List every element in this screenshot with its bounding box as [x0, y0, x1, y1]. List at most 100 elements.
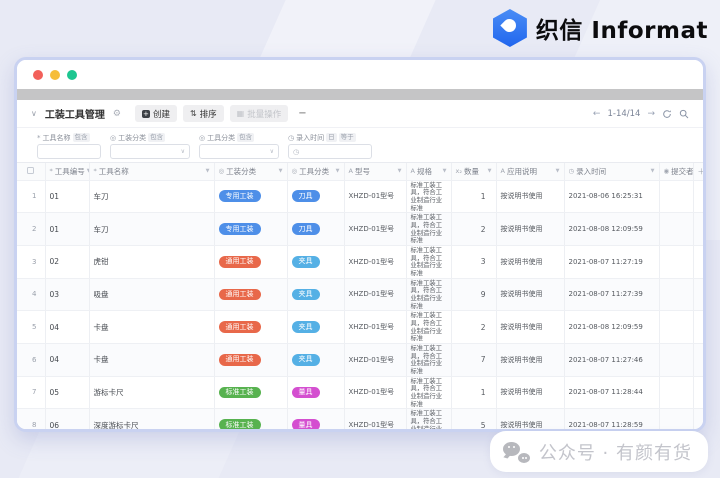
cell-spec: 标准工装工具，符合工业制造行业标准	[406, 310, 452, 344]
cell-time: 2021-08-06 16:25:31	[564, 180, 660, 214]
table-row[interactable]: 3 02 虎钳 通用工装 夹具 XHZD-01型号 标准工装工具，符合工业制造行业标准 3 按说…	[17, 245, 703, 279]
table-row[interactable]: 2 01 车刀 专用工装 刀具 XHZD-01型号 标准工装工具，符合工业制造行业标准 2 按说…	[17, 212, 703, 246]
select-icon: ◎	[110, 133, 117, 142]
sort-caret-icon[interactable]: ▼	[398, 168, 402, 174]
gear-icon[interactable]: ⚙	[113, 109, 121, 119]
filter-operator-badge: 日	[326, 133, 337, 142]
collapse-chevron-icon[interactable]: ∨	[31, 109, 37, 118]
cell-qty: 2	[451, 212, 497, 246]
filter-label: ◎ 工装分类 包含	[110, 131, 190, 144]
cell-model: XHZD-01型号	[344, 343, 407, 377]
filter-label: ◎ 工具分类 包含	[199, 131, 279, 144]
column-header-time[interactable]: ◷ 录入时间 ▼	[564, 163, 660, 181]
sort-caret-icon[interactable]: ▼	[488, 168, 492, 174]
next-page-icon[interactable]: →	[647, 109, 655, 119]
window-titlebar	[17, 60, 703, 89]
column-header-usage[interactable]: A 应用说明 ▼	[496, 163, 565, 181]
cell-usage: 按说明书使用	[496, 343, 565, 377]
cell-add	[693, 278, 703, 312]
category-badge: 通用工装	[218, 288, 261, 301]
column-header-name[interactable]: * 工具名称 ▼	[89, 163, 215, 181]
cell-submitter	[659, 408, 694, 429]
column-title: 录入时间	[576, 166, 607, 176]
sort-caret-icon[interactable]: ▼	[206, 168, 210, 174]
prev-page-icon[interactable]: ←	[593, 109, 601, 119]
table-row[interactable]: 806深度游标卡尺标准工装 量具 XHZD-01型号标准工装工具，符合工业制造行业标…	[17, 408, 703, 429]
close-button[interactable]	[33, 69, 43, 80]
maximize-button[interactable]	[67, 69, 77, 80]
brand-logo: 织信 Informat	[492, 9, 708, 47]
sort-caret-icon[interactable]: ▼	[651, 168, 655, 174]
text-icon: A	[410, 167, 415, 176]
column-header-submitter[interactable]: ◉提交者▼	[659, 163, 694, 181]
column-title: 工具分类	[299, 166, 330, 176]
cell-rownum: 2	[17, 212, 46, 246]
filter-text-input[interactable]	[37, 144, 101, 159]
cell-category: 专用工装	[214, 212, 288, 246]
category-badge: 通用工装	[218, 353, 261, 366]
sort-caret-icon[interactable]: ▼	[556, 168, 560, 174]
column-header-add[interactable]: ＋	[693, 163, 703, 181]
filter-field-name: 录入时间	[296, 133, 325, 142]
app-window: ∨ 工装工具管理 ⚙ + 创建 ⇅ 排序 ▦ 批量操作 − ← 1-14/14 …	[14, 57, 706, 432]
cell-usage: 按说明书使用	[496, 180, 565, 214]
cell-rownum: 6	[17, 343, 46, 377]
filter-label: * 工具名称 包含	[37, 131, 101, 144]
column-header-spec[interactable]: A 规格 ▼	[406, 163, 452, 181]
filter-select-input[interactable]: ∨	[199, 144, 279, 159]
number-icon: x₂	[455, 167, 462, 176]
cell-time: 2021-08-07 11:28:59	[564, 408, 660, 429]
cell-spec: 标准工装工具，符合工业制造行业标准	[406, 180, 452, 214]
more-toggle[interactable]: −	[298, 108, 306, 119]
cell-category: 通用工装	[214, 343, 288, 377]
column-title: 应用说明	[506, 166, 537, 176]
sort-caret-icon[interactable]: ▼	[336, 168, 340, 174]
table-row[interactable]: 5 04 卡盘 通用工装 夹具 XHZD-01型号 标准工装工具，符合工业制造行业标准 2 按说…	[17, 310, 703, 344]
sort-caret-icon[interactable]: ▼	[443, 168, 447, 174]
cell-time: 2021-08-08 12:09:59	[564, 310, 660, 344]
cell-name: 卡盘	[89, 310, 215, 344]
minimize-button[interactable]	[50, 69, 60, 80]
column-header-model[interactable]: A 型号 ▼	[344, 163, 407, 181]
cell-usage: 按说明书使用	[496, 310, 565, 344]
field-icon: *	[49, 167, 53, 176]
cell-tool_type: 夹具	[287, 310, 345, 344]
filter-operator-badge: 包含	[148, 133, 166, 142]
table-row[interactable]: 4 03 吸盘 通用工装 夹具 XHZD-01型号 标准工装工具，符合工业制造行业标准 9 按说…	[17, 278, 703, 312]
sort-caret-icon[interactable]: ▼	[279, 168, 283, 174]
cell-tool_type: 量具	[287, 376, 345, 410]
table-row[interactable]: 1 01 车刀 专用工装 刀具 XHZD-01型号 标准工装工具，符合工业制造行业标准 1 按说…	[17, 180, 703, 214]
cell-qty: 7	[451, 343, 497, 377]
category-badge: 专用工装	[218, 223, 261, 235]
filter-date-input[interactable]: ◷	[288, 144, 372, 159]
table-row[interactable]: 7 05 游标卡尺 标准工装 量具 XHZD-01型号 标准工装工具，符合工业制造行业标准 1…	[17, 376, 703, 410]
clock-icon: ◷	[293, 147, 300, 156]
column-header-qty[interactable]: x₂ 数量 ▼	[451, 163, 497, 181]
select-all-checkbox[interactable]	[27, 166, 35, 174]
batch-actions-button[interactable]: ▦ 批量操作	[229, 105, 289, 122]
table-row[interactable]: 6 04 卡盘 通用工装 夹具 XHZD-01型号 标准工装工具，符合工业制造行业标准 7 按说…	[17, 343, 703, 377]
cell-model: XHZD-01型号	[344, 245, 407, 279]
cell-add	[693, 180, 703, 214]
filter-group-select: ◎ 工具分类 包含 ∨	[199, 131, 279, 162]
cell-usage: 按说明书使用	[496, 408, 565, 429]
column-header-rownum[interactable]	[17, 163, 46, 181]
category-badge: 标准工装	[218, 419, 261, 429]
refresh-icon[interactable]	[662, 109, 672, 119]
column-header-code[interactable]: *工具编号▼	[45, 163, 90, 181]
search-icon[interactable]	[679, 109, 689, 119]
column-header-tool_type[interactable]: ◎ 工具分类 ▼	[287, 163, 345, 181]
cell-model: XHZD-01型号	[344, 408, 407, 429]
cell-category: 专用工装	[214, 180, 288, 214]
column-header-category[interactable]: ◎ 工装分类 ▼	[214, 163, 288, 181]
sort-button-label: 排序	[199, 109, 217, 120]
pagination: ← 1-14/14 →	[593, 109, 689, 119]
field-icon: *	[37, 133, 41, 142]
sort-button[interactable]: ⇅ 排序	[182, 105, 224, 122]
create-button[interactable]: + 创建	[134, 105, 177, 122]
filter-select-input[interactable]: ∨	[110, 144, 190, 159]
type-badge: 夹具	[291, 255, 320, 268]
cell-name: 游标卡尺	[89, 376, 215, 410]
brand-logo-icon	[492, 9, 527, 47]
column-title: 工装分类	[226, 166, 257, 176]
